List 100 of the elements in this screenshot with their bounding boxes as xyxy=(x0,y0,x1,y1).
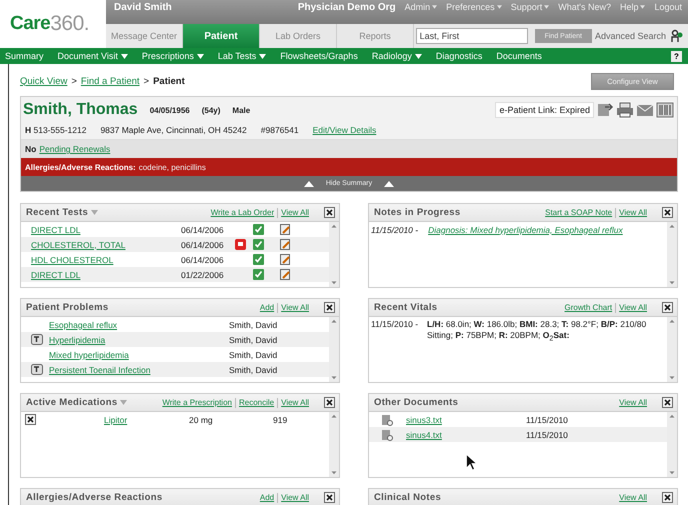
panel-title: Recent Tests xyxy=(26,207,88,218)
panel-title: Patient Problems xyxy=(26,302,108,313)
provider-name: Smith, David xyxy=(229,320,278,330)
scrollbar[interactable] xyxy=(329,412,339,477)
test-link[interactable]: DIRECT LDL xyxy=(31,270,181,280)
scrollbar[interactable] xyxy=(329,317,339,382)
close-icon[interactable] xyxy=(25,414,36,425)
panel-link[interactable]: Write a Lab Order xyxy=(210,208,274,217)
panel-title: Other Documents xyxy=(374,397,458,408)
close-icon[interactable] xyxy=(662,492,673,503)
panel-link[interactable]: Write a Prescription xyxy=(162,398,232,407)
provider-name: Smith, David xyxy=(229,334,278,344)
search-field[interactable]: Last, First xyxy=(416,28,528,44)
tab[interactable]: Patient xyxy=(183,24,260,48)
close-icon[interactable] xyxy=(324,397,335,408)
panel-link[interactable]: Reconcile xyxy=(238,398,274,407)
nav-menu-item[interactable]: Lab Tests xyxy=(218,51,266,61)
problem-link[interactable]: Persistent Toenail Infection xyxy=(49,364,229,374)
caret-icon xyxy=(496,5,502,9)
organization-name: Physician Demo Org xyxy=(298,2,396,12)
panel-link[interactable]: Start a SOAP Note xyxy=(545,208,612,217)
top-menu-item[interactable]: Support xyxy=(510,2,550,12)
close-icon[interactable] xyxy=(662,397,673,408)
close-icon[interactable] xyxy=(324,302,335,313)
panel-title: Active Medications xyxy=(26,397,118,408)
nav-menu-item[interactable]: Prescriptions xyxy=(142,51,204,61)
caret-icon xyxy=(259,54,266,58)
help-button[interactable]: ? xyxy=(671,50,682,62)
nav-menu-item[interactable]: Diagnostics xyxy=(436,51,482,61)
nav-menu-item[interactable]: Document Visit xyxy=(58,51,128,61)
provider-name: Smith, David xyxy=(229,364,278,374)
check-icon[interactable] xyxy=(253,254,264,265)
panel-link[interactable]: Add xyxy=(260,303,274,312)
note-icon[interactable] xyxy=(31,364,43,375)
close-icon[interactable] xyxy=(662,207,673,218)
panel-link[interactable]: View All xyxy=(281,303,309,312)
breadcrumb-current: Patient xyxy=(153,76,185,86)
top-menu-item[interactable]: Admin xyxy=(404,2,438,12)
panel-link[interactable]: Add xyxy=(260,493,274,502)
panel-link[interactable]: View All xyxy=(281,398,309,407)
scrollbar[interactable] xyxy=(667,222,677,287)
scrollbar[interactable] xyxy=(667,412,677,477)
edit-icon[interactable] xyxy=(280,239,291,250)
nav-menu-item[interactable]: Flowsheets/Graphs xyxy=(280,51,358,61)
note-link[interactable]: Diagnosis: Mixed hyperlipidemia, Esophageal reflux xyxy=(428,224,623,234)
top-menu-item[interactable]: Preferences xyxy=(446,2,502,12)
check-icon[interactable] xyxy=(253,269,264,280)
medication-number: 919 xyxy=(273,414,288,424)
pending-renewals-link[interactable]: Pending Renewals xyxy=(39,144,110,154)
panel-link[interactable]: View All xyxy=(281,493,309,502)
panel-link[interactable]: Growth Chart xyxy=(564,303,612,312)
breadcrumb-link[interactable]: Find a Patient xyxy=(80,76,140,86)
patient-sex: Male xyxy=(232,106,250,114)
barcode-icon[interactable] xyxy=(656,102,674,118)
close-icon[interactable] xyxy=(662,302,673,313)
panel-title: Allergies/Adverse Reactions xyxy=(26,492,162,503)
caret-icon xyxy=(120,54,128,58)
problem-link[interactable]: Esophageal reflux xyxy=(49,320,229,330)
close-icon[interactable] xyxy=(324,207,335,218)
test-link[interactable]: HDL CHOLESTEROL xyxy=(31,254,181,264)
document-link[interactable]: sinus4.txt xyxy=(406,430,526,440)
close-icon[interactable] xyxy=(324,492,335,503)
scrollbar[interactable] xyxy=(329,222,339,287)
nav-menu-item[interactable]: Summary xyxy=(5,51,44,61)
e-patient-link-dropdown[interactable]: e-Patient Link: Expired xyxy=(495,102,594,118)
panel-title: Notes in Progress xyxy=(374,207,460,218)
nav-menu-item[interactable]: Documents xyxy=(496,51,542,61)
scrollbar[interactable] xyxy=(667,317,677,382)
check-icon[interactable] xyxy=(253,224,264,235)
document-date: 11/15/2010 xyxy=(526,430,568,440)
panel-link[interactable]: View All xyxy=(281,208,309,217)
edit-details-link[interactable]: Edit/View Details xyxy=(312,125,376,135)
edit-icon[interactable] xyxy=(280,254,291,265)
people-icon[interactable] xyxy=(670,29,684,43)
test-date: 06/14/2006 xyxy=(181,224,225,234)
test-link[interactable]: CHOLESTEROL, TOTAL xyxy=(31,240,181,250)
edit-icon[interactable] xyxy=(280,269,291,280)
advanced-search-link[interactable]: Advanced Search xyxy=(594,31,666,41)
problem-link[interactable]: Mixed hyperlipidemia xyxy=(49,350,229,360)
panel-link[interactable]: View All xyxy=(619,303,647,312)
medication-link[interactable]: Lipitor xyxy=(104,414,189,424)
top-menu-item[interactable]: What's New? xyxy=(558,2,611,12)
edit-icon[interactable] xyxy=(280,224,291,235)
top-menu-item[interactable]: Logout xyxy=(654,2,682,12)
note-icon[interactable] xyxy=(31,334,43,345)
problem-link[interactable]: Hyperlipidemia xyxy=(49,334,229,344)
breadcrumb-link[interactable]: Quick View xyxy=(20,76,68,86)
panel-link[interactable]: View All xyxy=(619,398,647,407)
top-menu-item[interactable]: Help xyxy=(620,2,646,12)
check-icon[interactable] xyxy=(253,239,264,250)
panel-link[interactable]: View All xyxy=(619,208,647,217)
provider-name: Smith, David xyxy=(229,350,278,360)
panel-link[interactable]: View All xyxy=(619,493,647,502)
export-icon[interactable] xyxy=(596,102,614,118)
test-link[interactable]: DIRECT LDL xyxy=(31,224,181,234)
nav-menu-item[interactable]: Radiology xyxy=(372,51,422,61)
document-link[interactable]: sinus3.txt xyxy=(406,414,526,424)
test-date: 06/14/2006 xyxy=(181,240,225,250)
printer-icon[interactable] xyxy=(616,102,634,118)
phone-number: H 513-555-1212 xyxy=(25,125,86,135)
